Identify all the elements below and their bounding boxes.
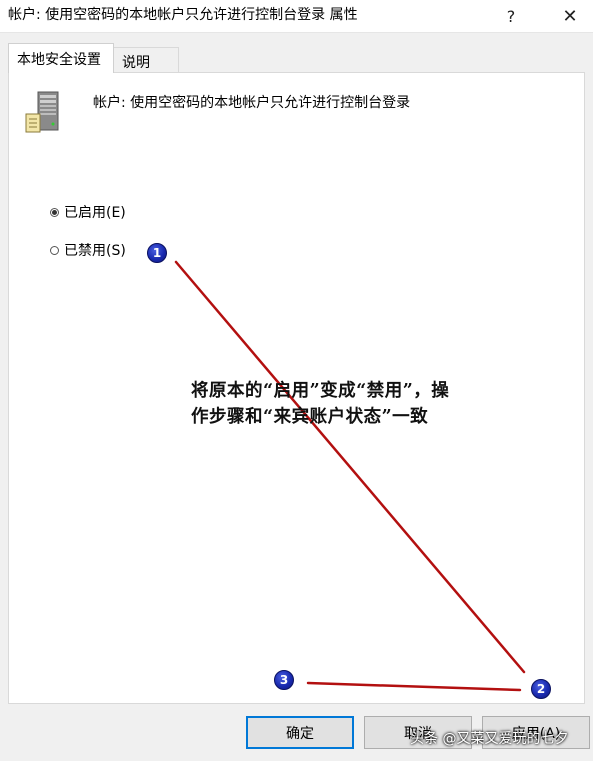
annotation-line-1: 将原本的“启用”变成“禁用”，操 — [191, 381, 450, 401]
help-icon: ? — [506, 6, 516, 26]
radio-disabled[interactable]: 已禁用(S) — [50, 240, 126, 260]
title-bar: 帐户: 使用空密码的本地帐户只允许进行控制台登录 属性 ? ✕ — [0, 0, 593, 33]
help-button[interactable]: ? — [488, 0, 534, 32]
radio-enabled[interactable]: 已启用(E) — [50, 202, 126, 222]
ok-button[interactable]: 确定 — [246, 716, 354, 749]
window-title: 帐户: 使用空密码的本地帐户只允许进行控制台登录 属性 — [8, 7, 358, 23]
step-marker-1: 1 — [147, 243, 167, 263]
close-button[interactable]: ✕ — [547, 0, 593, 32]
watermark: 头条 @又菜又爱玩的七夕 — [410, 731, 569, 747]
radio-disabled-label: 已禁用(S) — [64, 243, 126, 259]
close-icon: ✕ — [562, 5, 578, 27]
radio-enabled-label: 已启用(E) — [64, 205, 126, 221]
tab-explain[interactable]: 说明 — [113, 47, 179, 73]
annotation-line-2: 作步骤和“来宾账户状态”一致 — [191, 407, 429, 427]
policy-name: 帐户: 使用空密码的本地帐户只允许进行控制台登录 — [93, 95, 411, 111]
annotation-text: 将原本的“启用”变成“禁用”，操 作步骤和“来宾账户状态”一致 — [191, 378, 501, 430]
radio-disabled-indicator[interactable] — [50, 245, 59, 255]
step-marker-3: 3 — [274, 670, 294, 690]
radio-enabled-indicator[interactable] — [50, 207, 59, 217]
server-icon — [25, 91, 59, 133]
tab-local-security-setting[interactable]: 本地安全设置 — [8, 43, 114, 73]
step-marker-2: 2 — [531, 679, 551, 699]
